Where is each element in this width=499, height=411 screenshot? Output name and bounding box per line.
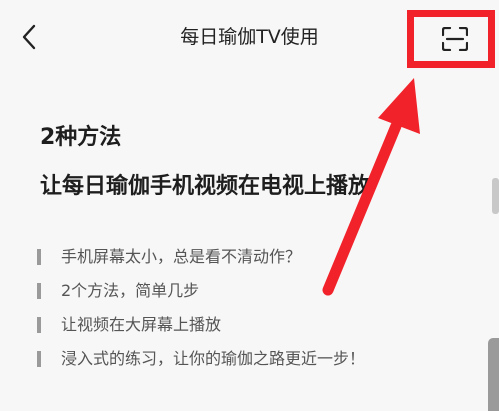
list-item-text: 2个方法，简单几步 bbox=[61, 281, 200, 300]
scrollbar-thumb[interactable] bbox=[488, 338, 499, 411]
scrollbar-upper[interactable] bbox=[492, 178, 499, 214]
list-item: 手机屏幕太小，总是看不清动作？ bbox=[37, 240, 457, 274]
bullet-marker bbox=[37, 317, 41, 333]
list-item-text: 浸入式的练习，让你的瑜伽之路更近一步！ bbox=[61, 349, 366, 368]
headline-methods: 2种方法 bbox=[40, 125, 122, 150]
list-item: 2个方法，简单几步 bbox=[37, 274, 457, 308]
bullet-marker bbox=[37, 249, 41, 265]
list-item: 浸入式的练习，让你的瑜伽之路更近一步！ bbox=[37, 342, 457, 376]
bullet-marker bbox=[37, 351, 41, 367]
feature-list: 手机屏幕太小，总是看不清动作？ 2个方法，简单几步 让视频在大屏幕上播放 浸入式… bbox=[37, 240, 457, 376]
scan-highlight-box bbox=[407, 10, 495, 68]
list-item-text: 让视频在大屏幕上播放 bbox=[61, 315, 222, 334]
top-bar: 每日瑜伽TV使用 bbox=[0, 0, 499, 76]
headline-tv-playback: 让每日瑜伽手机视频在电视上播放 bbox=[40, 174, 371, 199]
list-item: 让视频在大屏幕上播放 bbox=[37, 308, 457, 342]
bullet-marker bbox=[37, 283, 41, 299]
list-item-text: 手机屏幕太小，总是看不清动作？ bbox=[61, 247, 302, 266]
